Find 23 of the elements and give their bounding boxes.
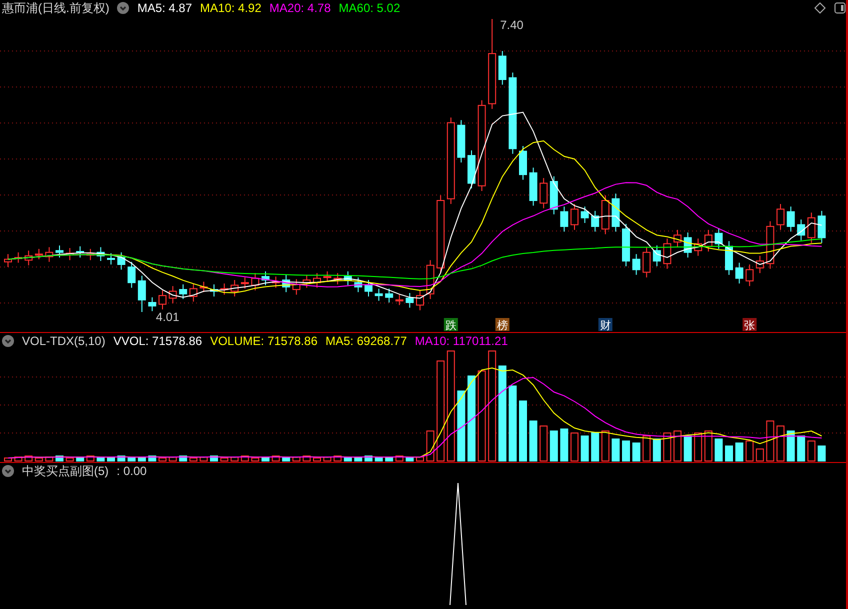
panel-title: VOL-TDX(5,10) [22, 334, 106, 348]
diamond-icon[interactable] [814, 2, 826, 14]
indicator-value: MA10: 4.92 [200, 1, 262, 15]
indicator-value: : 0.00 [116, 464, 147, 478]
collapse-icon[interactable] [117, 2, 130, 14]
signal-tag: 财 [598, 318, 612, 332]
indicator-value: MA10: 117011.21 [414, 334, 508, 348]
collapse-icon[interactable] [2, 465, 14, 477]
panel-toggle-icon[interactable] [834, 2, 846, 14]
indicator-value: MA60: 5.02 [338, 1, 400, 15]
low-price-label: 4.01 [156, 310, 180, 324]
panel-title: 中奖买点副图(5) [22, 462, 109, 480]
indicator-value: VOLUME: 71578.86 [210, 334, 318, 348]
chart-title: 惠而浦(日线.前复权) [2, 0, 110, 16]
signal-tag: 榜 [495, 318, 510, 332]
indicator-value: MA5: 69268.77 [326, 334, 407, 348]
signal-tag: 跌 [444, 318, 458, 332]
collapse-icon[interactable] [2, 335, 14, 347]
indicator-value: MA5: 4.87 [137, 1, 192, 15]
indicator-value: MA20: 4.78 [269, 1, 331, 15]
high-price-label: 7.40 [500, 18, 524, 32]
signal-tag: 张 [742, 318, 757, 332]
indicator-value: VVOL: 71578.86 [113, 334, 202, 348]
